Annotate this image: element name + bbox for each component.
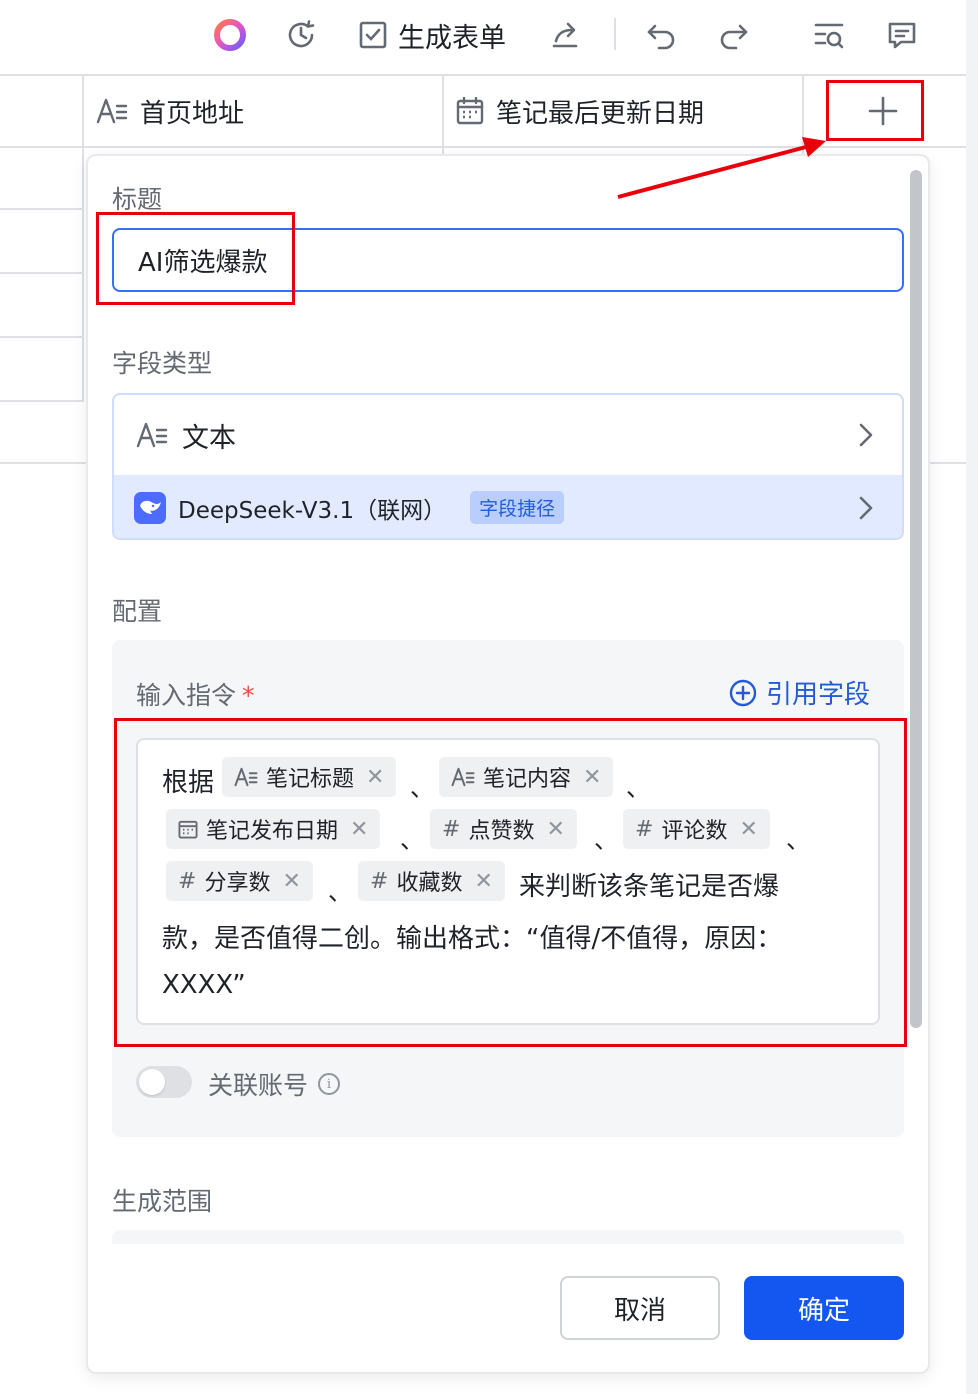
grid-line <box>0 272 84 274</box>
grid-line <box>0 336 84 338</box>
annotation-box-prompt <box>114 718 907 1047</box>
deepseek-logo-icon <box>134 491 166 524</box>
cancel-button[interactable]: 取消 <box>560 1276 720 1340</box>
text-field-icon <box>96 98 128 124</box>
link-account-toggle[interactable] <box>136 1066 192 1098</box>
field-shortcut-option[interactable]: DeepSeek-V3.1（联网） 字段捷径 <box>114 475 902 538</box>
search-list-icon[interactable] <box>812 14 846 56</box>
annotation-box-add-column <box>826 80 924 141</box>
grid-line <box>82 74 84 400</box>
column-header-last-updated[interactable]: 笔记最后更新日期 <box>456 76 704 146</box>
range-section-label: 生成范围 <box>112 1187 213 1216</box>
range-panel <box>112 1230 904 1244</box>
reference-field-label: 引用字段 <box>766 680 871 710</box>
date-field-icon <box>456 97 484 125</box>
history-icon[interactable] <box>284 14 318 56</box>
ai-assistant-icon[interactable] <box>212 14 248 56</box>
generate-form-button[interactable]: 生成表单 <box>358 14 506 56</box>
column-header-label: 笔记最后更新日期 <box>496 98 705 129</box>
undo-icon[interactable] <box>645 14 679 56</box>
grid-line <box>442 74 444 154</box>
shortcut-name: DeepSeek-V3.1（联网） <box>178 497 447 524</box>
prompt-label-text: 输入指令 <box>136 681 237 710</box>
field-type-section-label: 字段类型 <box>112 349 213 378</box>
shortcut-tag: 字段捷径 <box>470 491 565 524</box>
grid-line <box>0 146 966 148</box>
page-scrollbar-track[interactable] <box>966 0 978 1394</box>
title-section-label: 标题 <box>112 185 163 214</box>
grid-line <box>802 74 804 154</box>
confirm-button[interactable]: 确定 <box>744 1276 904 1340</box>
generate-form-label: 生成表单 <box>398 22 506 54</box>
redo-icon[interactable] <box>716 14 750 56</box>
reference-field-button[interactable]: 引用字段 <box>728 674 870 711</box>
config-section-label: 配置 <box>112 597 163 626</box>
toggle-knob <box>139 1069 165 1095</box>
form-check-icon <box>359 21 387 49</box>
field-type-option[interactable]: 文本 <box>114 395 902 475</box>
comment-icon[interactable] <box>886 14 918 56</box>
grid-line <box>0 208 84 210</box>
plus-circle-icon <box>729 679 757 706</box>
prompt-label: 输入指令 * <box>136 676 255 712</box>
link-account-label: 关联账号 i <box>208 1066 341 1102</box>
link-account-text: 关联账号 <box>208 1071 309 1100</box>
required-mark: * <box>242 681 255 710</box>
chevron-right-icon <box>858 495 874 521</box>
annotation-box-title <box>96 212 295 305</box>
toolbar: 生成表单 <box>0 0 978 74</box>
share-icon[interactable] <box>550 14 582 56</box>
field-type-label: 文本 <box>182 422 236 454</box>
dialog-scrollbar[interactable] <box>910 170 922 1028</box>
column-header-label: 首页地址 <box>140 98 245 129</box>
toolbar-divider <box>614 18 616 50</box>
grid-line <box>0 400 84 402</box>
column-header-homepage[interactable]: 首页地址 <box>96 76 244 146</box>
info-icon[interactable]: i <box>318 1073 341 1095</box>
text-field-icon <box>136 422 168 448</box>
field-type-selector: 文本 DeepSeek-V3.1（联网） 字段捷径 <box>112 393 904 540</box>
chevron-right-icon <box>858 422 874 448</box>
